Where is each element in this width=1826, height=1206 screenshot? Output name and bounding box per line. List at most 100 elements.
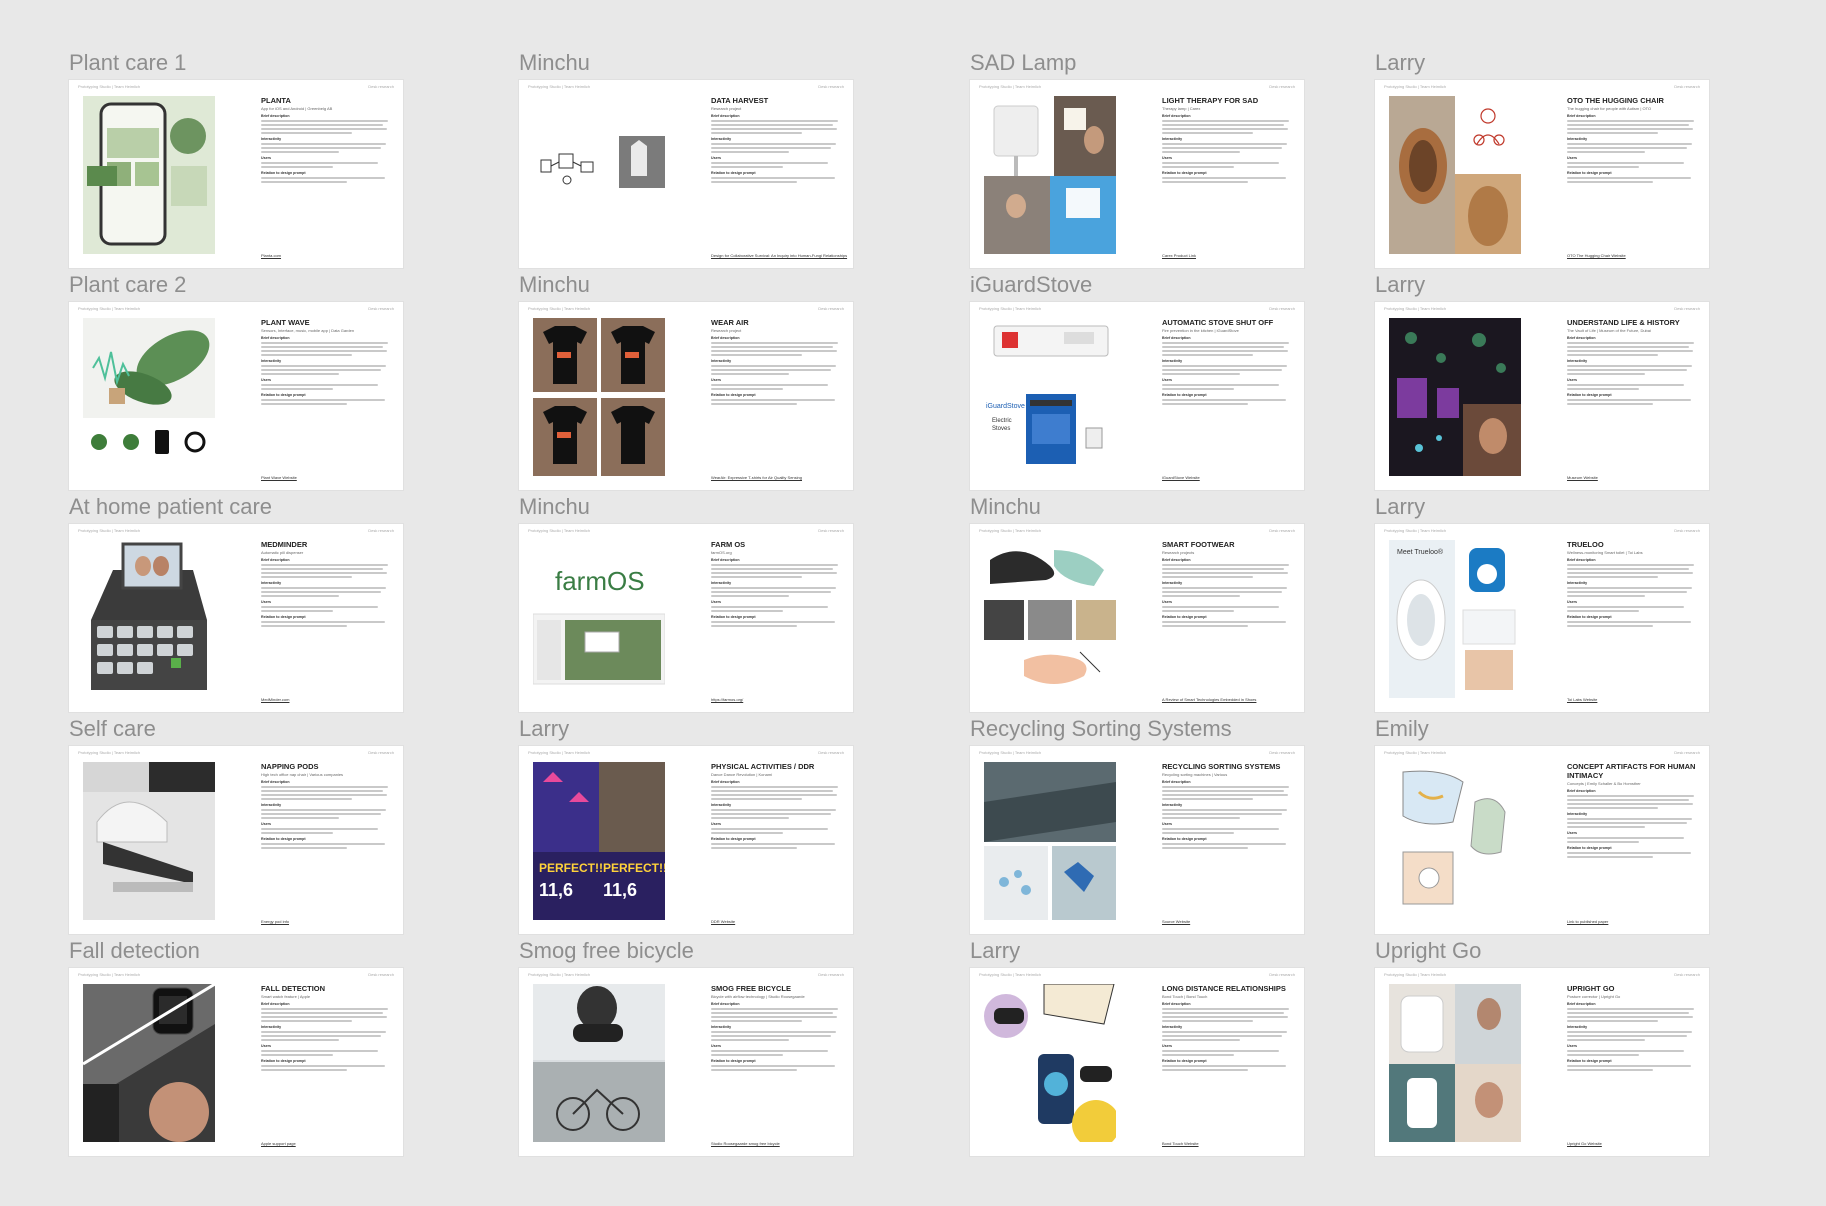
card-text: FALL DETECTION Smart watch feature | Appl… <box>261 984 391 1071</box>
project-subtitle: Sensors, Interface, music, mobile app | … <box>261 328 355 333</box>
card-header-left: Prototyping Studio | Team Heimlich <box>1384 528 1447 533</box>
project-card[interactable]: Prototyping Studio | Team Heimlich Desk r… <box>1375 968 1709 1156</box>
project-link[interactable]: Planta.com <box>261 253 281 258</box>
project-illustration <box>984 96 1116 254</box>
text-line <box>1162 388 1234 390</box>
project-label[interactable]: Larry <box>1375 50 1425 76</box>
card-header-right: Desk research <box>1269 306 1295 311</box>
section-heading: Users <box>261 600 271 604</box>
text-line <box>1162 621 1286 623</box>
project-card[interactable]: Prototyping Studio | Team Heimlich Desk r… <box>1375 80 1709 268</box>
project-title: PHYSICAL ACTIVITIES / DDR <box>711 762 815 771</box>
card-header-right: Desk research <box>1674 306 1700 311</box>
project-label[interactable]: Larry <box>1375 494 1425 520</box>
project-label[interactable]: Recycling Sorting Systems <box>970 716 1232 742</box>
illustration-graphic <box>83 318 215 476</box>
project-link[interactable]: MedMinder.com <box>261 697 289 702</box>
text-line <box>1162 798 1253 800</box>
project-label[interactable]: Larry <box>519 716 569 742</box>
project-label[interactable]: Plant care 2 <box>69 272 186 298</box>
project-link[interactable]: DDR Website <box>711 919 735 924</box>
project-card[interactable]: Prototyping Studio | Team Heimlich Desk r… <box>519 302 853 490</box>
project-link[interactable]: Museum Website <box>1567 475 1598 480</box>
text-line <box>261 813 381 815</box>
project-link[interactable]: WearAir: Expressive T-shirts for Air Qua… <box>711 475 802 480</box>
project-card[interactable]: Prototyping Studio | Team Heimlich Desk r… <box>1375 302 1709 490</box>
project-subtitle: Smart watch feature | Apple <box>261 994 311 999</box>
section-heading: Brief description <box>1567 789 1596 793</box>
project-label[interactable]: Upright Go <box>1375 938 1481 964</box>
project-link[interactable]: Energy pod info <box>261 919 289 924</box>
project-link[interactable]: https://farmos.org/ <box>711 697 743 702</box>
project-card[interactable]: Prototyping Studio | Team Heimlich Desk r… <box>970 968 1304 1156</box>
text-line <box>711 369 831 371</box>
project-link[interactable]: A Review of Smart Technologies Embedded … <box>1162 697 1256 702</box>
project-card[interactable]: Prototyping Studio | Team Heimlich Desk r… <box>519 968 853 1156</box>
project-card[interactable]: Prototyping Studio | Team Heimlich Desk r… <box>519 80 853 268</box>
project-link[interactable]: Plant Wave Website <box>261 475 297 480</box>
project-link[interactable]: OTO The Hugging Chair Website <box>1567 253 1626 258</box>
project-label[interactable]: Emily <box>1375 716 1429 742</box>
text-line <box>1567 799 1690 801</box>
project-label[interactable]: Minchu <box>519 50 590 76</box>
project-label[interactable]: At home patient care <box>69 494 272 520</box>
project-link[interactable]: Source Website <box>1162 919 1190 924</box>
project-card[interactable]: Prototyping Studio | Team Heimlich Desk r… <box>69 968 403 1156</box>
section-heading: Interactivity <box>711 803 732 807</box>
project-link[interactable]: Toi Labs Website <box>1567 697 1597 702</box>
project-link[interactable]: Link to published paper <box>1567 919 1608 924</box>
project-card[interactable]: Prototyping Studio | Team Heimlich Desk r… <box>519 524 853 712</box>
project-card[interactable]: Prototyping Studio | Team Heimlich Desk r… <box>970 746 1304 934</box>
project-card[interactable]: Prototyping Studio | Team Heimlich Desk r… <box>970 524 1304 712</box>
section-heading: Relation to design prompt <box>261 615 306 619</box>
card-header-left: Prototyping Studio | Team Heimlich <box>78 84 141 89</box>
text-line <box>261 595 339 597</box>
project-card[interactable]: Prototyping Studio | Team Heimlich Desk r… <box>69 746 403 934</box>
text-line <box>1162 1016 1289 1018</box>
section-heading: Interactivity <box>711 1025 732 1029</box>
card-header-left: Prototyping Studio | Team Heimlich <box>979 84 1042 89</box>
section-heading: Users <box>1162 600 1172 604</box>
project-link[interactable]: Studio Roosegaarde smog free bicycle <box>711 1141 780 1146</box>
project-card[interactable]: Prototyping Studio | Team Heimlich Desk r… <box>69 302 403 490</box>
project-label[interactable]: iGuardStove <box>970 272 1092 298</box>
project-link[interactable]: iGuardStove Website <box>1162 475 1200 480</box>
text-line <box>711 809 836 811</box>
text-line <box>711 399 835 401</box>
project-label[interactable]: Minchu <box>970 494 1041 520</box>
project-link[interactable]: Carex Product Link <box>1162 253 1196 258</box>
text-line <box>261 625 347 627</box>
project-card[interactable]: Prototyping Studio | Team Heimlich Desk r… <box>1375 746 1709 934</box>
project-card[interactable]: Prototyping Studio | Team Heimlich Desk r… <box>970 302 1304 490</box>
project-label[interactable]: Minchu <box>519 272 590 298</box>
project-label[interactable]: Larry <box>1375 272 1425 298</box>
project-link[interactable]: Apple support page <box>261 1141 296 1146</box>
text-line <box>1567 403 1653 405</box>
section-heading: Relation to design prompt <box>261 837 306 841</box>
project-label[interactable]: Smog free bicycle <box>519 938 694 964</box>
text-line <box>1162 369 1282 371</box>
project-title: PLANT WAVE <box>261 318 310 327</box>
section-heading: Users <box>1567 1044 1577 1048</box>
project-link[interactable]: Design for Collaborative Survival: An In… <box>711 253 847 258</box>
project-label[interactable]: Plant care 1 <box>69 50 186 76</box>
project-label[interactable]: Larry <box>970 938 1020 964</box>
project-subtitle: App for iOS and Android | Greenbelg AB <box>261 106 333 111</box>
project-card[interactable]: Prototyping Studio | Team Heimlich Desk r… <box>970 80 1304 268</box>
project-label[interactable]: Fall detection <box>69 938 200 964</box>
project-card[interactable]: Prototyping Studio | Team Heimlich Desk r… <box>69 524 403 712</box>
project-card[interactable]: Prototyping Studio | Team Heimlich Desk r… <box>69 80 403 268</box>
project-subtitle: The Vault of Life | Museum of the Future… <box>1567 328 1651 333</box>
text-line <box>261 350 388 352</box>
project-label[interactable]: Self care <box>69 716 156 742</box>
project-label[interactable]: SAD Lamp <box>970 50 1076 76</box>
project-link[interactable]: Bond Touch Website <box>1162 1141 1199 1146</box>
project-label[interactable]: Minchu <box>519 494 590 520</box>
project-card[interactable]: Prototyping Studio | Team Heimlich Desk r… <box>1375 524 1709 712</box>
text-line <box>261 610 333 612</box>
text-line <box>261 181 347 183</box>
text-line <box>1162 817 1240 819</box>
project-card[interactable]: Prototyping Studio | Team Heimlich Desk r… <box>519 746 853 934</box>
project-link[interactable]: Upright Go Website <box>1567 1141 1602 1146</box>
text-line <box>1567 568 1690 570</box>
